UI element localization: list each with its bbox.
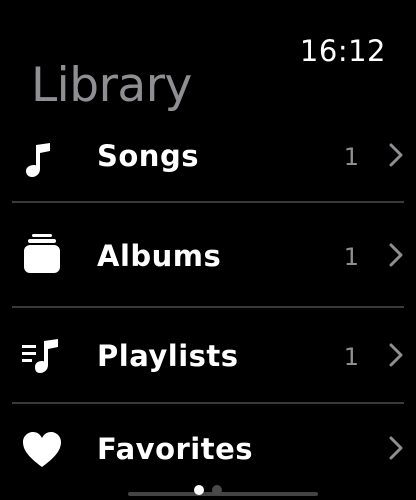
chevron-right-icon bbox=[389, 343, 403, 367]
list-item-label: Songs bbox=[97, 139, 199, 173]
chevron-right-icon bbox=[389, 143, 403, 167]
chevron-right-icon bbox=[389, 436, 403, 460]
list-item-label: Albums bbox=[97, 239, 222, 273]
page-dot-1[interactable] bbox=[194, 485, 204, 495]
list-item-count: 1 bbox=[343, 243, 359, 271]
page-indicator[interactable] bbox=[0, 480, 416, 499]
list-item-songs[interactable]: Songs 1 bbox=[0, 105, 416, 205]
music-note-icon bbox=[26, 143, 50, 177]
page-dot-2[interactable] bbox=[212, 485, 222, 495]
list-item-label: Playlists bbox=[97, 339, 239, 373]
chevron-right-icon bbox=[389, 243, 403, 267]
list-item-count: 1 bbox=[343, 143, 359, 171]
list-item-label: Favorites bbox=[97, 432, 254, 466]
list-item-albums[interactable]: Albums 1 bbox=[0, 205, 416, 305]
status-time: 16:12 bbox=[299, 34, 386, 68]
list-separator bbox=[12, 201, 404, 203]
list-item-playlists[interactable]: Playlists 1 bbox=[0, 305, 416, 405]
playlist-icon bbox=[22, 339, 58, 373]
album-stack-icon bbox=[24, 234, 60, 273]
heart-icon bbox=[23, 432, 61, 467]
list-item-count: 1 bbox=[343, 343, 359, 371]
